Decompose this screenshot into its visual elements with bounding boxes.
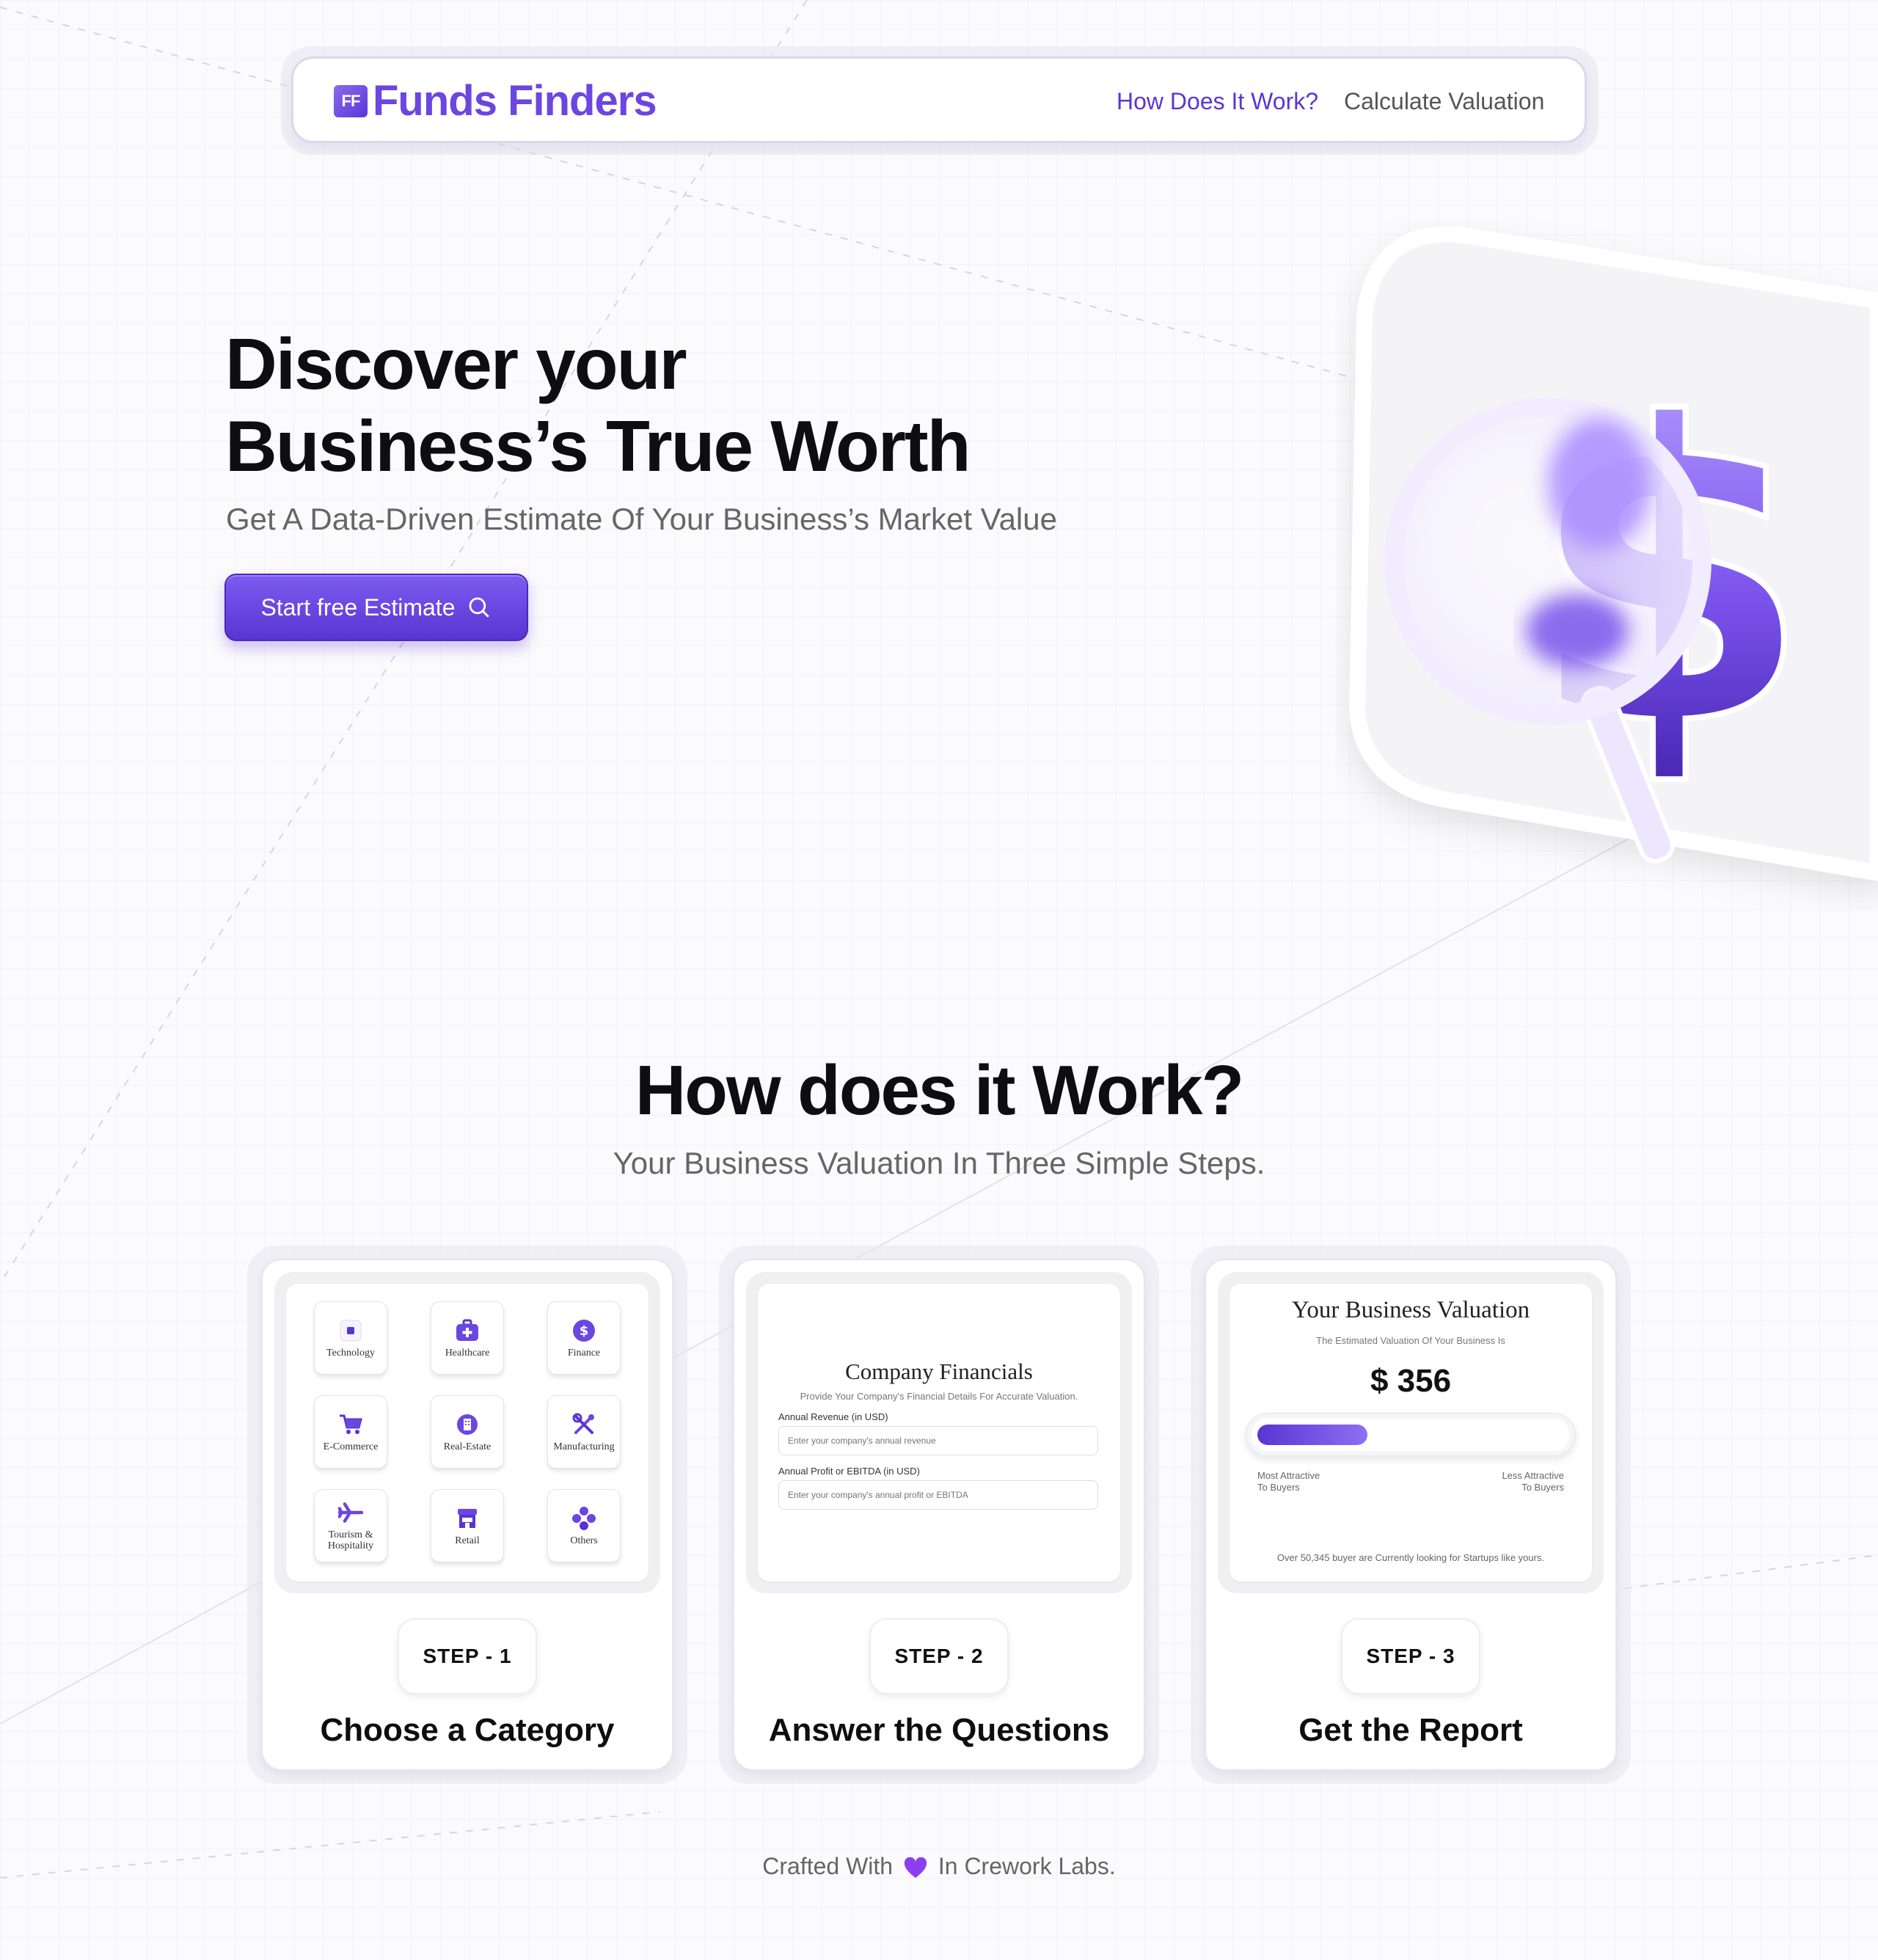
revenue-label: Annual Revenue (in USD) [778,1411,888,1422]
most-attractive-label: Most Attractive To Buyers [1257,1470,1320,1493]
step-1-badge: STEP - 1 [398,1618,537,1694]
category-healthcare[interactable]: Healthcare [431,1301,504,1375]
financials-form: Company Financials Provide Your Company'… [758,1284,1120,1581]
step-2-title: Answer the Questions [768,1712,1110,1748]
step-1-card: Technology Healthcare $ Finance E-Commer… [261,1259,673,1771]
category-label: Finance [567,1347,601,1359]
category-label: Others [570,1535,598,1546]
report-title: Your Business Valuation [1291,1297,1530,1323]
category-finance[interactable]: $ Finance [547,1301,621,1375]
step-3-card: Your Business Valuation The Estimated Va… [1205,1259,1617,1771]
hero-title-line-2: Business’s True Worth [225,406,971,486]
dollar-coin-icon: $ [571,1318,596,1343]
how-it-works-subtitle: Your Business Valuation In Three Simple … [613,1146,1265,1180]
start-estimate-label: Start free Estimate [260,593,456,621]
svg-text:$: $ [580,1323,589,1339]
valuation-report: Your Business Valuation The Estimated Va… [1230,1284,1592,1581]
start-estimate-button[interactable]: Start free Estimate [224,574,528,641]
category-label: Healthcare [445,1347,490,1359]
step-2-badge: STEP - 2 [869,1618,1009,1694]
category-grid: Technology Healthcare $ Finance E-Commer… [286,1284,648,1581]
less-attractive-label: Less Attractive To Buyers [1502,1470,1564,1493]
medical-kit-icon [455,1318,480,1343]
step-3-badge: STEP - 3 [1341,1618,1480,1694]
category-label: Technology [326,1347,375,1359]
valuation-amount: $ 356 [1370,1363,1452,1399]
tools-icon [571,1412,596,1437]
category-label: Retail [455,1535,480,1546]
footer: Crafted With In Crework Labs. [0,1853,1878,1880]
attractiveness-bar [1246,1413,1576,1457]
form-title: Company Financials [845,1359,1033,1384]
dots-cluster-icon [571,1506,596,1531]
step-2-preview-frame: Company Financials Provide Your Company'… [746,1272,1132,1593]
step-3-preview-frame: Your Business Valuation The Estimated Va… [1218,1272,1604,1593]
category-technology[interactable]: Technology [314,1301,387,1375]
hero-title: Discover your Business’s True Worth [225,323,1032,487]
how-it-works-title: How does it Work? [635,1051,1244,1130]
building-icon [455,1412,480,1437]
buyers-footnote: Over 50,345 buyer are Currently looking … [1276,1552,1545,1563]
step-1-preview-frame: Technology Healthcare $ Finance E-Commer… [274,1272,660,1593]
step-3-title: Get the Report [1298,1712,1523,1748]
profit-input[interactable] [778,1480,1098,1510]
chip-icon [338,1318,363,1343]
category-label: Tourism & Hospitality [327,1529,374,1551]
step-2-card: Company Financials Provide Your Company'… [733,1259,1145,1771]
footer-text-before: Crafted With [762,1853,894,1879]
logo-text[interactable]: Funds Finders [373,76,657,125]
footer-text-after: In Crework Labs. [938,1853,1116,1879]
category-label: E-Commerce [323,1441,379,1452]
hero-title-line-1: Discover your [225,323,687,404]
category-others[interactable]: Others [547,1489,621,1562]
category-tourism-hospitality[interactable]: Tourism & Hospitality [314,1489,387,1562]
category-real-estate[interactable]: Real-Estate [431,1395,504,1469]
dollar-magnifier-illustration: $ [1348,226,1878,882]
cart-icon [338,1412,363,1437]
category-label: Real-Estate [443,1441,492,1452]
nav-link-how-it-works[interactable]: How Does It Work? [1117,88,1318,115]
category-retail[interactable]: Retail [431,1489,504,1562]
store-icon [455,1506,480,1531]
nav-link-calculate-valuation[interactable]: Calculate Valuation [1344,88,1544,115]
profit-label: Annual Profit or EBITDA (in USD) [778,1466,920,1477]
category-ecommerce[interactable]: E-Commerce [314,1395,387,1469]
category-label: Manufacturing [553,1441,615,1452]
category-manufacturing[interactable]: Manufacturing [547,1395,621,1469]
form-description: Provide Your Company's Financial Details… [800,1391,1078,1402]
search-icon [470,597,490,618]
airplane-icon [338,1500,363,1525]
purple-heart-icon [904,1857,927,1878]
report-description: The Estimated Valuation Of Your Business… [1316,1335,1505,1346]
logo-mark-icon[interactable]: FF [334,85,368,117]
hero-subtitle: Get A Data-Driven Estimate Of Your Busin… [226,502,1057,536]
attractiveness-bar-fill [1257,1425,1367,1445]
step-1-title: Choose a Category [320,1712,615,1748]
revenue-input[interactable] [778,1426,1098,1455]
